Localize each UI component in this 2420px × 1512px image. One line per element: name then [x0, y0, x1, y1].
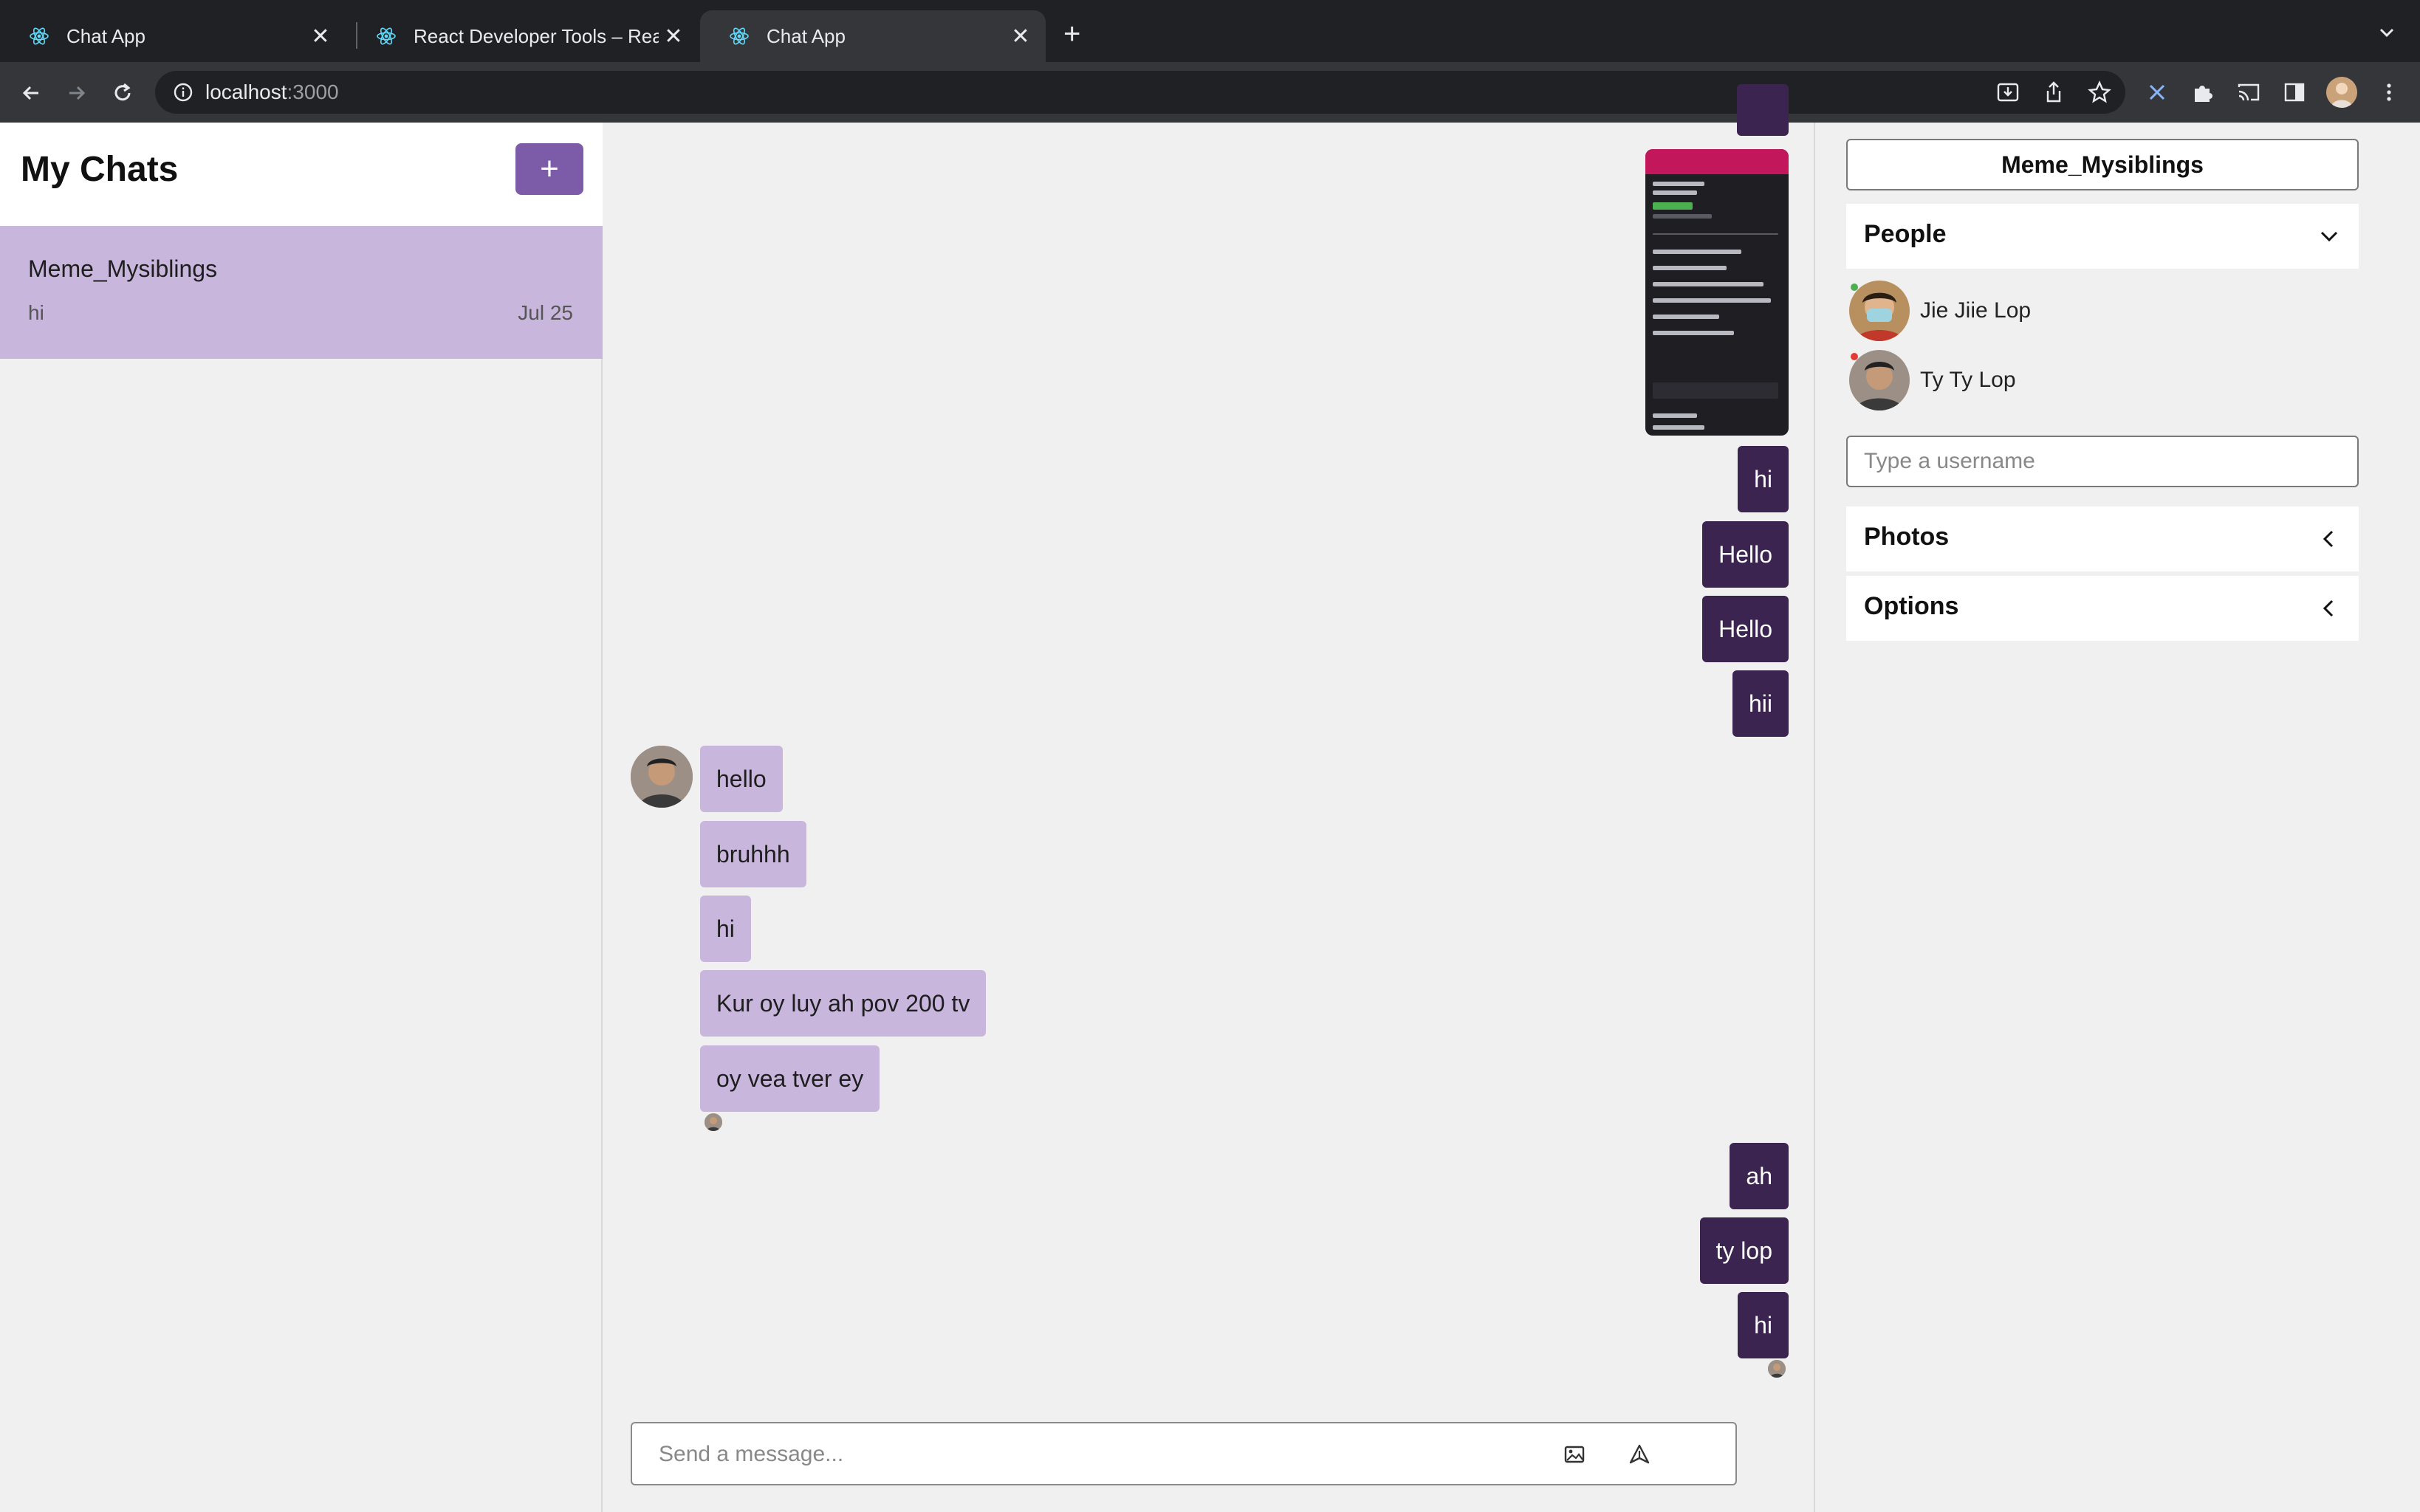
username-input[interactable] — [1848, 437, 2357, 486]
bookmark-star-icon[interactable] — [2084, 77, 2115, 108]
person-name: Jie Jiie Lop — [1920, 298, 2032, 323]
address-bar[interactable]: localhost:3000 — [155, 71, 2125, 114]
react-icon — [28, 25, 50, 47]
chat-card-title: Meme_Mysiblings — [28, 255, 218, 282]
photos-section-header[interactable]: Photos — [1846, 506, 2359, 571]
chevron-down-icon[interactable] — [2316, 223, 2342, 250]
attachment-line — [1653, 233, 1778, 235]
install-app-icon[interactable] — [1992, 77, 2023, 108]
attachment-line — [1653, 413, 1697, 418]
browser-menu-icon[interactable] — [2373, 77, 2404, 108]
photos-label: Photos — [1864, 523, 1950, 551]
tab-title: Chat App — [767, 24, 846, 47]
person-avatar — [1849, 350, 1910, 410]
react-icon — [375, 25, 397, 47]
tab-title: React Developer Tools – React — [414, 24, 659, 47]
profile-avatar[interactable] — [2326, 77, 2357, 108]
tab-search-chevron-icon[interactable] — [2375, 21, 2399, 48]
chat-feed: hi Hello Hello hii hello bruhhh hi Kur o… — [604, 84, 1815, 1512]
browser-tab-bar: Chat App ✕ React Developer Tools – React… — [0, 0, 2420, 62]
my-message-bubble: Hello — [1702, 596, 1789, 662]
my-message-bubble: hi — [1738, 446, 1789, 512]
chevron-left-icon[interactable] — [2316, 526, 2342, 552]
chat-details-panel: Meme_Mysiblings People Jie Jiie Lop Ty T… — [1817, 123, 2420, 1512]
reload-icon[interactable] — [106, 77, 139, 109]
attachment-line — [1653, 382, 1778, 399]
chat-card[interactable]: Meme_Mysiblings hi Jul 25 — [0, 226, 603, 359]
attachment-header-bar — [1645, 149, 1789, 174]
send-icon[interactable] — [1625, 1440, 1654, 1469]
attachment-line — [1653, 425, 1704, 430]
person-name: Ty Ty Lop — [1920, 368, 2016, 392]
my-message-bubble: Hello — [1702, 521, 1789, 588]
tab-react-devtools[interactable]: React Developer Tools – React ✕ — [347, 10, 699, 62]
tab-chat-app-1[interactable]: Chat App ✕ — [0, 10, 346, 62]
my-message-bubble: hii — [1732, 670, 1789, 737]
my-message-bubble: hi — [1738, 1292, 1789, 1358]
read-receipt-avatar — [1768, 1360, 1786, 1378]
cast-icon[interactable] — [2233, 77, 2264, 108]
attachment-line — [1653, 266, 1727, 270]
chat-title-field[interactable]: Meme_Mysiblings — [1846, 139, 2359, 190]
attachment-line — [1653, 182, 1704, 186]
share-icon[interactable] — [2038, 77, 2069, 108]
online-status-dot — [1851, 284, 1858, 291]
back-arrow-icon[interactable] — [15, 77, 47, 109]
chevron-left-icon[interactable] — [2316, 595, 2342, 622]
page-title: My Chats — [21, 150, 179, 189]
new-tab-icon[interactable]: + — [1063, 19, 1080, 49]
their-message-bubble: oy vea tver ey — [700, 1045, 880, 1112]
chat-list-header: My Chats + — [0, 123, 603, 226]
attachment-line — [1653, 282, 1763, 286]
chat-card-last-message: hi — [28, 301, 44, 324]
attachment-line — [1653, 298, 1771, 303]
url-port: :3000 — [287, 80, 339, 103]
my-message-bubble: ty lop — [1699, 1217, 1789, 1284]
person-avatar — [1849, 281, 1910, 341]
offline-status-dot — [1851, 353, 1858, 360]
message-bubble-partial — [1737, 84, 1789, 136]
options-section-header[interactable]: Options — [1846, 576, 2359, 641]
people-section-header[interactable]: People — [1846, 204, 2359, 269]
url-text: localhost:3000 — [205, 80, 339, 104]
person-row[interactable]: Jie Jiie Lop — [1846, 281, 2359, 344]
my-message-bubble: ah — [1730, 1143, 1789, 1209]
url-host: localhost — [205, 80, 287, 103]
their-message-bubble: hi — [700, 896, 751, 962]
their-message-bubble: Kur oy luy ah pov 200 tv — [700, 970, 987, 1037]
image-upload-icon[interactable] — [1560, 1440, 1589, 1469]
attachment-line — [1653, 250, 1741, 254]
message-input[interactable] — [659, 1437, 1471, 1472]
person-row[interactable]: Ty Ty Lop — [1846, 350, 2359, 413]
close-tab-icon[interactable]: ✕ — [306, 24, 335, 49]
sender-avatar — [631, 746, 693, 808]
side-panel-icon[interactable] — [2279, 77, 2310, 108]
their-message-bubble: hello — [700, 746, 783, 812]
extension-icon[interactable] — [2142, 77, 2173, 108]
attachment-line — [1653, 202, 1693, 210]
people-label: People — [1864, 220, 1947, 248]
forward-arrow-icon[interactable] — [61, 77, 93, 109]
add-username-field — [1846, 436, 2359, 487]
close-tab-icon[interactable]: ✕ — [1006, 24, 1035, 49]
react-icon — [728, 25, 750, 47]
read-receipt-avatar — [705, 1113, 722, 1131]
new-chat-button[interactable]: + — [515, 143, 583, 195]
their-message-bubble: bruhhh — [700, 821, 806, 887]
message-image-attachment[interactable] — [1645, 149, 1789, 436]
chat-list-panel: My Chats + Meme_Mysiblings hi Jul 25 — [0, 123, 603, 1512]
chat-card-date: Jul 25 — [518, 301, 573, 324]
message-composer — [631, 1422, 1737, 1485]
puzzle-icon[interactable] — [2187, 77, 2218, 108]
info-icon[interactable] — [170, 79, 196, 106]
attachment-line — [1653, 331, 1734, 335]
tab-chat-app-2[interactable]: Chat App ✕ — [700, 10, 1046, 62]
attachment-line — [1653, 315, 1719, 319]
options-label: Options — [1864, 592, 1959, 620]
close-tab-icon[interactable]: ✕ — [659, 24, 688, 49]
attachment-line — [1653, 214, 1712, 219]
attachment-line — [1653, 190, 1697, 195]
tab-title: Chat App — [66, 24, 145, 47]
